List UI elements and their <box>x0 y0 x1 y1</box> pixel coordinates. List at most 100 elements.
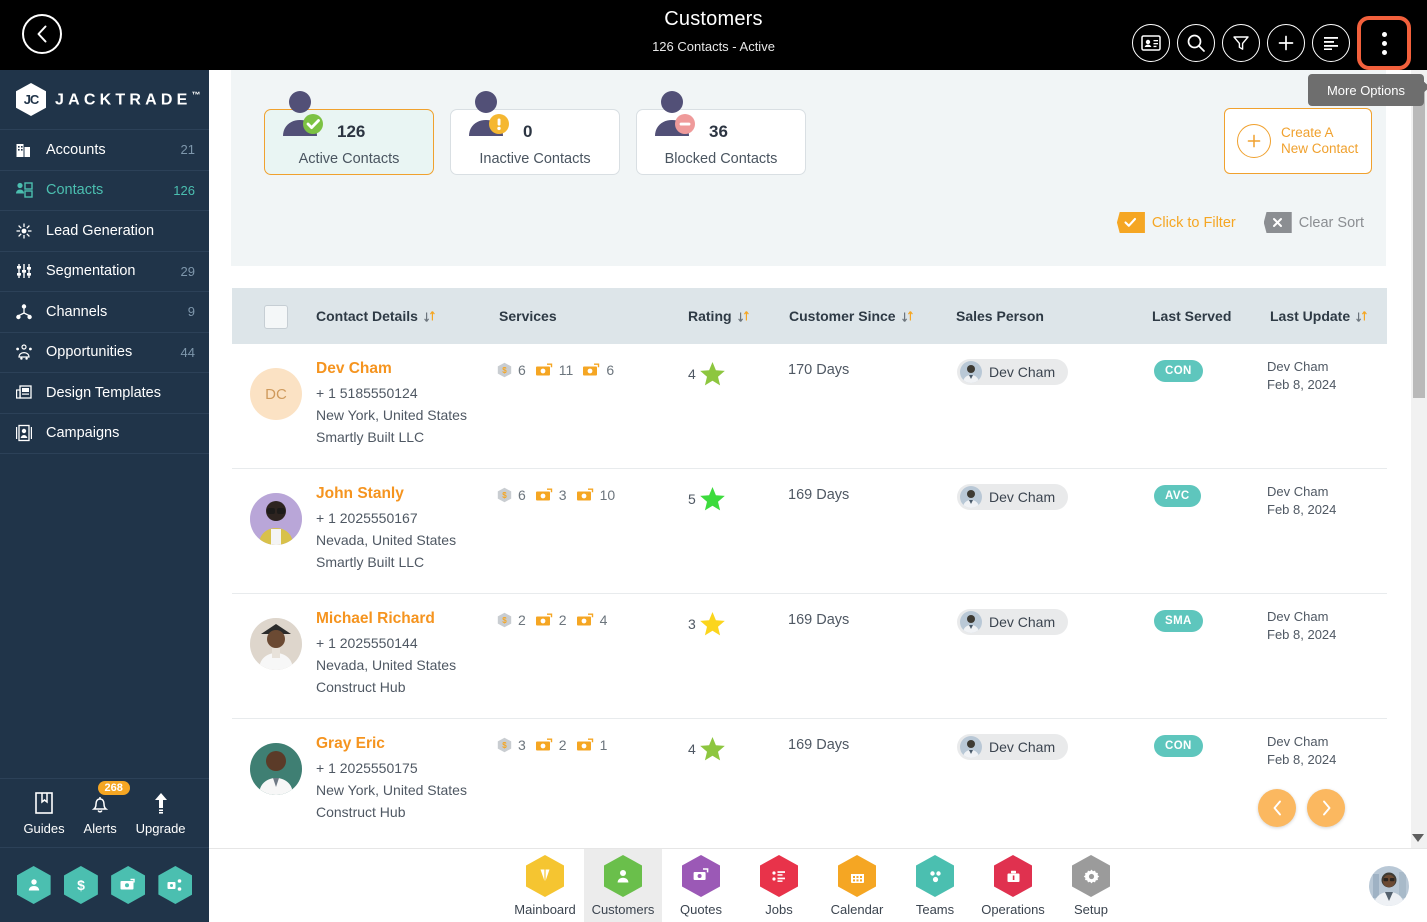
chevron-right-icon <box>1322 800 1330 816</box>
sidebar-item-label: Contacts <box>46 182 104 199</box>
search-button[interactable] <box>1177 24 1215 62</box>
contact-name-link[interactable]: Gray Eric <box>316 735 385 753</box>
rating-value: 4 <box>688 741 696 757</box>
column-header-rating[interactable]: Rating <box>688 308 750 324</box>
bottom-nav-operations[interactable]: Operations <box>974 849 1052 922</box>
sidebar-item-lead-generation[interactable]: Lead Generation <box>0 211 209 252</box>
stat-card-inactive-contacts[interactable]: 0 Inactive Contacts <box>450 91 620 175</box>
sort-icon <box>1355 310 1368 323</box>
add-button[interactable] <box>1267 24 1305 62</box>
last-update-date: Feb 8, 2024 <box>1267 627 1337 642</box>
services-cell: $ 6 3 10 <box>497 487 615 503</box>
quick-person-button[interactable] <box>16 866 51 904</box>
brand-logo[interactable]: JC JACKTRADE™ <box>0 70 209 130</box>
bottom-nav-customers[interactable]: Customers <box>584 849 662 922</box>
alerts-button[interactable]: 268 Alerts <box>84 780 130 836</box>
sidebar-item-opportunities[interactable]: Opportunities 44 <box>0 333 209 373</box>
more-options-button[interactable] <box>1357 16 1411 70</box>
contact-card-button[interactable] <box>1132 24 1170 62</box>
filter-button[interactable] <box>1222 24 1260 62</box>
quick-workflow-button[interactable] <box>158 866 193 904</box>
star-icon <box>699 737 725 761</box>
plus-icon <box>1278 35 1294 51</box>
stat-card-active-contacts[interactable]: 126 Active Contacts <box>264 91 434 175</box>
sales-person-chip[interactable]: Dev Cham <box>957 484 1069 510</box>
quick-money-transfer-button[interactable] <box>111 866 146 904</box>
sales-person-name: Dev Cham <box>989 739 1056 755</box>
sidebar-item-segmentation[interactable]: Segmentation 29 <box>0 252 209 292</box>
column-label: Last Served <box>1152 308 1232 324</box>
select-all-checkbox[interactable] <box>264 305 288 329</box>
quotes-icon <box>682 855 720 897</box>
customer-since-value: 169 Days <box>788 612 850 628</box>
column-label: Customer Since <box>789 308 896 324</box>
list-view-button[interactable] <box>1312 24 1350 62</box>
service-count: 3 <box>518 737 526 753</box>
inactive-contact-avatar-icon <box>465 88 513 140</box>
brand-tm: ™ <box>191 89 201 100</box>
sidebar-item-label: Design Templates <box>46 384 161 401</box>
service-count: 2 <box>558 737 567 753</box>
contact-location: Nevada, United States <box>316 532 457 548</box>
column-header-last-served: Last Served <box>1152 308 1231 324</box>
clear-sort-button[interactable]: Clear Sort <box>1263 212 1364 233</box>
sales-person-name: Dev Cham <box>989 489 1056 505</box>
sidebar-item-campaigns[interactable]: Campaigns <box>0 414 209 454</box>
mainboard-icon <box>526 855 564 897</box>
scrollbar-thumb[interactable] <box>1413 82 1425 398</box>
pagination-next-button[interactable] <box>1307 789 1345 827</box>
create-new-contact-button[interactable]: Create A New Contact <box>1224 108 1372 174</box>
service-item: 3 <box>535 487 567 503</box>
column-header-last-update[interactable]: Last Update <box>1270 308 1368 324</box>
bottom-nav-label: Operations <box>981 902 1045 917</box>
money-icon <box>535 363 552 376</box>
sidebar-item-label: Channels <box>46 303 108 320</box>
bottom-nav-calendar[interactable]: Calendar <box>818 849 896 922</box>
table-row[interactable]: John Stanly + 1 2025550167 Nevada, Unite… <box>232 469 1387 594</box>
contact-name-link[interactable]: Michael Richard <box>316 610 435 628</box>
guides-label: Guides <box>23 820 65 836</box>
status-badge: CON <box>1154 735 1203 757</box>
user-avatar[interactable] <box>1369 866 1409 906</box>
column-header-contact-details[interactable]: Contact Details <box>316 308 436 324</box>
bottom-nav-jobs[interactable]: Jobs <box>740 849 818 922</box>
table-row[interactable]: Gray Eric + 1 2025550175 New York, Unite… <box>232 719 1387 844</box>
click-to-filter-button[interactable]: Click to Filter <box>1116 212 1236 233</box>
quick-dollar-button[interactable]: $ <box>63 866 98 904</box>
plus-circle-icon <box>1237 124 1271 158</box>
contact-name-link[interactable]: John Stanly <box>316 485 404 503</box>
content-scrollbar[interactable] <box>1411 70 1427 848</box>
sidebar-item-accounts[interactable]: Accounts 21 <box>0 130 209 171</box>
upgrade-button[interactable]: Upgrade <box>136 791 186 836</box>
contact-location: Nevada, United States <box>316 657 457 673</box>
table-row[interactable]: Michael Richard + 1 2025550144 Nevada, U… <box>232 594 1387 719</box>
money-icon <box>576 488 593 501</box>
contact-name-link[interactable]: Dev Cham <box>316 360 392 378</box>
sales-person-chip[interactable]: Dev Cham <box>957 359 1069 385</box>
money-icon <box>576 613 593 626</box>
contact-company: Smartly Built LLC <box>316 554 425 570</box>
bottom-nav-setup[interactable]: Setup <box>1052 849 1130 922</box>
sidebar-item-design-templates[interactable]: Design Templates <box>0 373 209 414</box>
bottom-nav-teams[interactable]: Teams <box>896 849 974 922</box>
bottom-nav-quotes[interactable]: Quotes <box>662 849 740 922</box>
sidebar-item-contacts[interactable]: Contacts 126 <box>0 171 209 211</box>
column-header-customer-since[interactable]: Customer Since <box>789 308 914 324</box>
sales-person-chip[interactable]: Dev Cham <box>957 734 1069 760</box>
stat-card-blocked-contacts[interactable]: 36 Blocked Contacts <box>636 91 806 175</box>
sidebar-item-label: Accounts <box>46 141 106 158</box>
brand-mark-icon: JC <box>16 83 46 116</box>
avatar: DC <box>250 368 302 420</box>
sidebar-item-channels[interactable]: Channels 9 <box>0 292 209 333</box>
sales-person-chip[interactable]: Dev Cham <box>957 609 1069 635</box>
pagination-prev-button[interactable] <box>1258 789 1296 827</box>
guides-button[interactable]: Guides <box>23 791 65 836</box>
services-cell: $ 3 2 1 <box>497 737 607 753</box>
create-button-line2: New Contact <box>1281 141 1359 156</box>
summary-panel: 126 Active Contacts 0 Inactive Contacts … <box>231 70 1386 266</box>
sales-person-name: Dev Cham <box>989 364 1056 380</box>
column-label: Sales Person <box>956 308 1044 324</box>
bottom-nav-mainboard[interactable]: Mainboard <box>506 849 584 922</box>
scrollbar-down-arrow-icon[interactable] <box>1412 834 1424 842</box>
table-row[interactable]: DC Dev Cham + 1 5185550124 New York, Uni… <box>232 344 1387 469</box>
